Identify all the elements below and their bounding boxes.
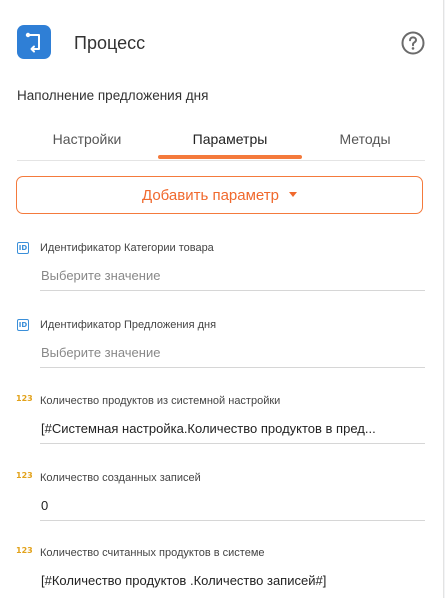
tab-bar: Настройки Параметры Методы xyxy=(17,118,425,161)
field-underline xyxy=(40,443,425,444)
add-parameter-button[interactable]: Добавить параметр xyxy=(16,176,423,214)
parameter-value-input[interactable]: 0 xyxy=(41,498,48,513)
process-flow-icon xyxy=(17,25,51,59)
tab-methods[interactable]: Методы xyxy=(313,131,417,147)
parameter-value-input[interactable]: Выберите значение xyxy=(41,345,160,360)
panel-header: Процесс xyxy=(0,0,443,86)
tab-parameters[interactable]: Параметры xyxy=(158,131,302,147)
parameter-value-input[interactable]: Выберите значение xyxy=(41,268,160,283)
id-type-icon: ID xyxy=(17,242,29,254)
parameter-value-input[interactable]: [#Системная настройка.Количество продукт… xyxy=(41,421,376,436)
number-type-icon: 123 xyxy=(16,394,33,403)
process-panel: Процесс Наполнение предложения дня Настр… xyxy=(0,0,444,598)
caret-down-icon xyxy=(288,191,297,197)
parameter-value-input[interactable]: [#Количество продуктов .Количество запис… xyxy=(41,573,326,588)
tab-settings[interactable]: Настройки xyxy=(35,131,139,147)
parameter-label: Количество считанных продуктов в системе xyxy=(40,547,265,559)
parameter-label: Идентификатор Категории товара xyxy=(40,242,214,254)
field-underline xyxy=(40,520,425,521)
question-circle-icon[interactable] xyxy=(401,31,425,55)
field-underline xyxy=(40,290,425,291)
parameter-label: Идентификатор Предложения дня xyxy=(40,319,217,331)
panel-title: Процесс xyxy=(74,33,146,53)
number-type-icon: 123 xyxy=(16,546,33,555)
parameter-label: Количество созданных записей xyxy=(40,472,201,484)
parameter-label: Количество продуктов из системной настро… xyxy=(40,395,281,407)
process-subtitle: Наполнение предложения дня xyxy=(17,88,209,103)
add-parameter-label: Добавить параметр xyxy=(142,187,279,204)
id-type-icon: ID xyxy=(17,319,29,331)
number-type-icon: 123 xyxy=(16,471,33,480)
field-underline xyxy=(40,367,425,368)
active-tab-indicator xyxy=(158,155,302,159)
